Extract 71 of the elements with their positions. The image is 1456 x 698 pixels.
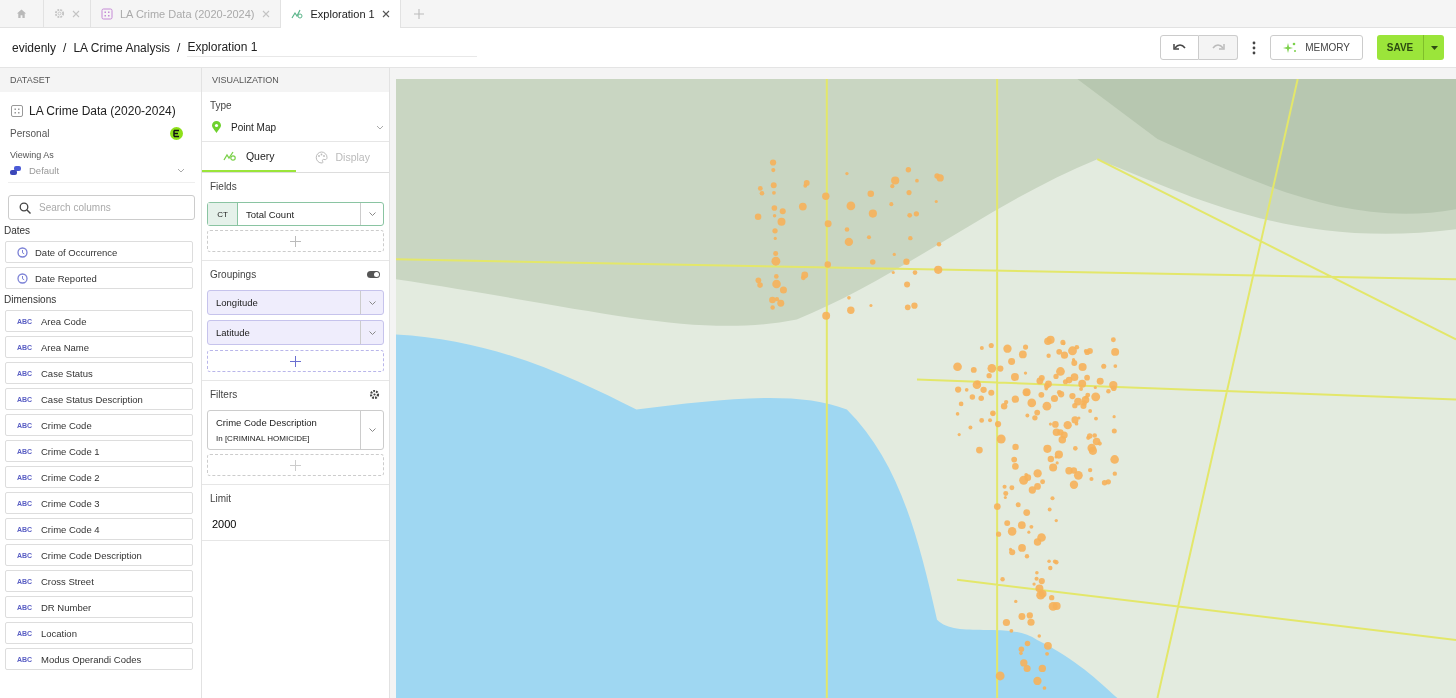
plus-icon [290,235,301,247]
app-tab[interactable]: Exploration 1 [280,0,401,28]
home-icon [16,8,27,19]
panel-header: VISUALIZATION [202,68,389,92]
type-label: Type [209,100,233,111]
search-icon [19,202,31,214]
field-pill[interactable]: CT Total Count [207,202,384,226]
viewing-as-label: Viewing As [10,150,55,160]
more-icon[interactable] [1252,40,1257,55]
chevron-down-icon[interactable] [368,428,376,432]
panel-header: DATASET [0,68,201,92]
search-field[interactable]: Search columns [8,195,195,220]
add-field-button[interactable] [207,230,384,252]
settings-icon[interactable] [369,389,380,400]
save-options-button[interactable] [1423,35,1444,60]
owner-label: Personal [10,128,50,139]
breadcrumb-link[interactable]: LA Crime Analysis [73,40,171,55]
breadcrumb-link[interactable]: evidenly [12,40,57,55]
plus-icon [290,355,301,367]
save-button[interactable]: SAVE [1377,35,1423,60]
chevron-down-icon[interactable] [368,212,376,216]
plus-icon [290,459,301,471]
grouping-pill[interactable]: Longitude [207,290,384,315]
filter-condition: In [CRIMINAL HOMICIDE] [216,434,311,443]
chevron-down-icon [177,168,185,173]
groupings-toggle[interactable] [367,271,380,278]
chart-icon [290,7,304,20]
close-icon[interactable] [381,9,390,18]
filter-pill[interactable]: Crime Code Description In [CRIMINAL HOMICIDE] [207,410,384,450]
tab-label: LA Crime Data (2020-2024) [120,7,255,20]
palette-icon [314,150,328,164]
table-icon [11,105,23,117]
memory-button[interactable]: MEMORY [1270,35,1363,60]
aggregate-badge: CT [208,203,238,225]
section-title: Groupings [209,269,257,280]
chevron-down-icon[interactable] [368,330,376,335]
add-filter-button[interactable] [207,454,384,476]
column-item[interactable]: Date Reported [5,267,193,289]
grouping-name: Longitude [215,296,259,310]
column-item[interactable]: Date of Occurrence [5,241,193,263]
section-title: Limit [209,493,233,504]
users-icon [10,166,21,175]
grouping-pill[interactable]: Latitude [207,320,384,345]
section-title: Filters [209,389,238,400]
tab-label: Exploration 1 [310,7,375,20]
caret-icon [1430,45,1438,50]
breadcrumb-separator: / [177,40,181,55]
add-grouping-button[interactable] [207,350,384,372]
breadcrumb-separator: / [63,40,67,55]
undo-button[interactable] [1160,35,1200,60]
chart-type-select[interactable]: Point Map [207,121,384,133]
chevron-down-icon [376,124,384,130]
grouping-name: Latitude [215,326,251,340]
table-icon [101,7,113,20]
undo-icon [1173,43,1187,52]
clock-icon [17,272,28,284]
panel-tab[interactable]: Query [202,142,296,172]
avatar-icon [170,127,183,140]
clock-icon [17,246,28,258]
section-title: Dimensions [4,294,58,305]
map-pin-icon [212,121,221,133]
dataset-title: LA Crime Data (2020-2024) [29,104,176,118]
section-title: Dates [4,225,32,236]
chart-icon [222,150,238,162]
settings-icon [54,8,65,19]
sparkle-icon [1283,41,1298,54]
field-name: Total Count [245,207,296,222]
redo-icon [1211,43,1225,52]
filter-name: Crime Code Description [216,417,318,428]
chevron-down-icon[interactable] [368,300,376,305]
section-title: Fields [209,181,238,192]
